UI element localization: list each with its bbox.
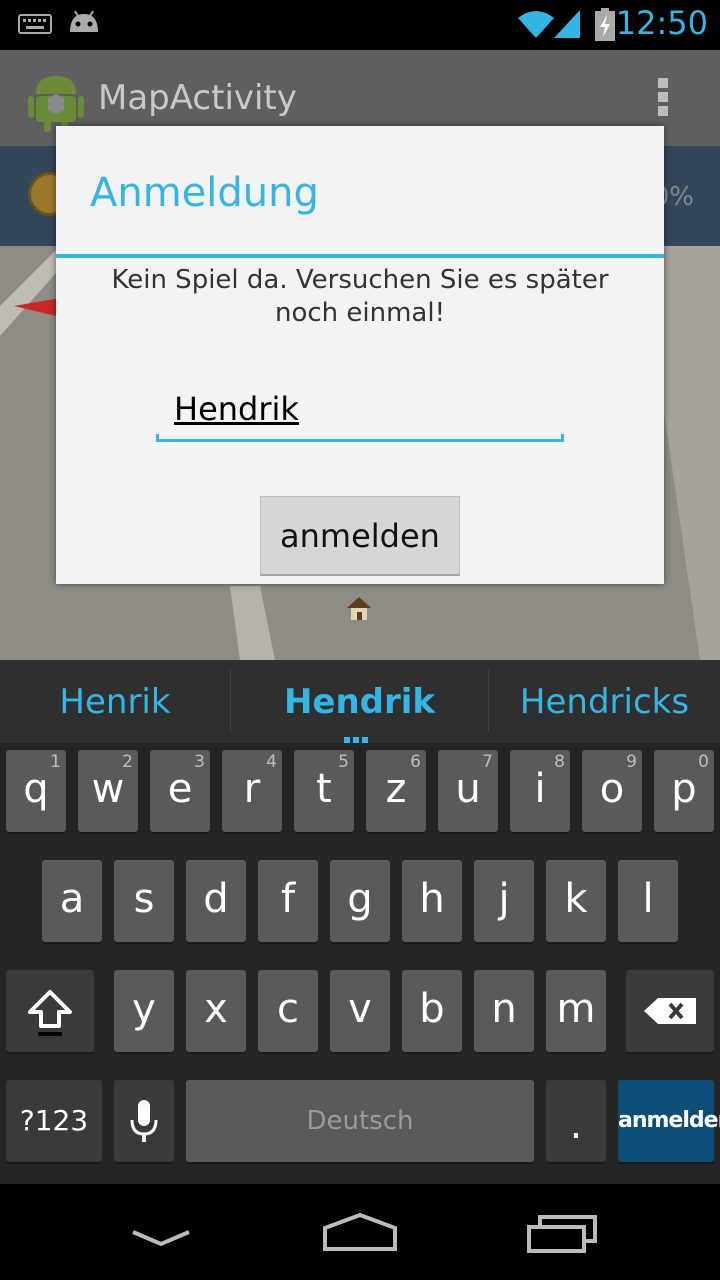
key-label: d	[203, 876, 229, 922]
key-q[interactable]: 1q	[6, 750, 66, 832]
key-m[interactable]: m	[546, 970, 606, 1052]
symbols-key[interactable]: ?123	[6, 1080, 102, 1162]
key-label: g	[347, 876, 373, 922]
keyboard-icon	[18, 14, 52, 34]
key-label: v	[348, 986, 372, 1032]
key-label: j	[498, 876, 510, 922]
key-p[interactable]: 0p	[654, 750, 714, 832]
overflow-icon[interactable]	[658, 78, 670, 120]
key-label: s	[133, 876, 155, 922]
home-icon[interactable]	[322, 1212, 398, 1252]
battery-icon	[595, 8, 615, 41]
key-j[interactable]: j	[474, 860, 534, 942]
key-u[interactable]: 7u	[438, 750, 498, 832]
key-e[interactable]: 3e	[150, 750, 210, 832]
space-key[interactable]: Deutsch	[186, 1080, 534, 1162]
key-label: x	[204, 986, 228, 1032]
app-icon	[28, 76, 84, 132]
key-g[interactable]: g	[330, 860, 390, 942]
key-label: h	[419, 876, 445, 922]
key-s[interactable]: s	[114, 860, 174, 942]
status-time: 12:50	[615, 4, 708, 42]
key-label: l	[642, 876, 654, 922]
key-label: z	[385, 766, 407, 812]
key-v[interactable]: v	[330, 970, 390, 1052]
action-key[interactable]: anmelden	[618, 1080, 720, 1162]
name-input[interactable]: Hendrik	[156, 386, 564, 442]
login-button[interactable]: anmelden	[260, 496, 460, 576]
symbols-key-label: ?123	[19, 1104, 89, 1137]
key-label: m	[556, 986, 596, 1032]
name-input-value: Hendrik	[174, 390, 299, 428]
backspace-icon	[644, 998, 696, 1024]
dialog-message: Kein Spiel da. Versuchen Sie es später n…	[111, 265, 609, 328]
signal-icon	[554, 10, 580, 38]
key-y[interactable]: y	[114, 970, 174, 1052]
status-bar: 12:50	[0, 0, 720, 50]
key-label: o	[599, 766, 625, 812]
key-label: c	[277, 986, 299, 1032]
dialog-divider	[56, 254, 664, 258]
mic-key[interactable]	[114, 1080, 174, 1162]
suggestion-henrik[interactable]: Henrik	[0, 660, 230, 744]
action-key-label: anmelden	[618, 1108, 720, 1133]
recents-icon[interactable]	[526, 1214, 598, 1254]
key-label: k	[564, 876, 588, 922]
key-f[interactable]: f	[258, 860, 318, 942]
period-key[interactable]: .	[546, 1080, 606, 1162]
key-label: n	[491, 986, 517, 1032]
key-n[interactable]: n	[474, 970, 534, 1052]
suggestion-hendricks[interactable]: Hendricks	[489, 660, 720, 744]
key-o[interactable]: 9o	[582, 750, 642, 832]
key-label: f	[280, 876, 296, 922]
wifi-icon	[518, 11, 554, 38]
login-dialog: Anmeldung Kein Spiel da. Versuchen Sie e…	[56, 126, 664, 584]
navigation-bar	[0, 1184, 720, 1280]
more-suggestions-icon	[344, 728, 374, 743]
key-label: q	[23, 766, 49, 812]
key-x[interactable]: x	[186, 970, 246, 1052]
dialog-title: Anmeldung	[90, 170, 319, 216]
key-label: w	[91, 766, 125, 812]
key-c[interactable]: c	[258, 970, 318, 1052]
android-icon	[70, 10, 98, 32]
app-title: MapActivity	[98, 78, 297, 118]
key-b[interactable]: b	[402, 970, 462, 1052]
key-w[interactable]: 2w	[78, 750, 138, 832]
backspace-key[interactable]	[626, 970, 714, 1052]
key-d[interactable]: d	[186, 860, 246, 942]
space-key-label: Deutsch	[306, 1106, 414, 1136]
key-label: u	[455, 766, 481, 812]
key-z[interactable]: 6z	[366, 750, 426, 832]
key-label: y	[132, 986, 156, 1032]
key-r[interactable]: 4r	[222, 750, 282, 832]
key-a[interactable]: a	[42, 860, 102, 942]
key-label: a	[59, 876, 85, 922]
key-label: i	[534, 766, 546, 812]
shift-key[interactable]	[6, 970, 94, 1052]
back-icon[interactable]	[130, 1226, 192, 1250]
key-i[interactable]: 8i	[510, 750, 570, 832]
shift-icon	[28, 990, 72, 1036]
key-label: t	[316, 766, 332, 812]
key-label: e	[167, 766, 193, 812]
key-l[interactable]: l	[618, 860, 678, 942]
key-label: r	[243, 766, 261, 812]
key-label: p	[671, 766, 697, 812]
period-key-label: .	[569, 1102, 583, 1148]
key-t[interactable]: 5t	[294, 750, 354, 832]
mic-icon	[130, 1100, 158, 1142]
house-marker-icon	[347, 597, 371, 620]
key-h[interactable]: h	[402, 860, 462, 942]
key-k[interactable]: k	[546, 860, 606, 942]
keyboard: 1q2w3e4r5t6z7u8i9o0p a s d f gh j k l y x c v bnm ?…	[0, 744, 720, 1184]
key-label: b	[419, 986, 445, 1032]
